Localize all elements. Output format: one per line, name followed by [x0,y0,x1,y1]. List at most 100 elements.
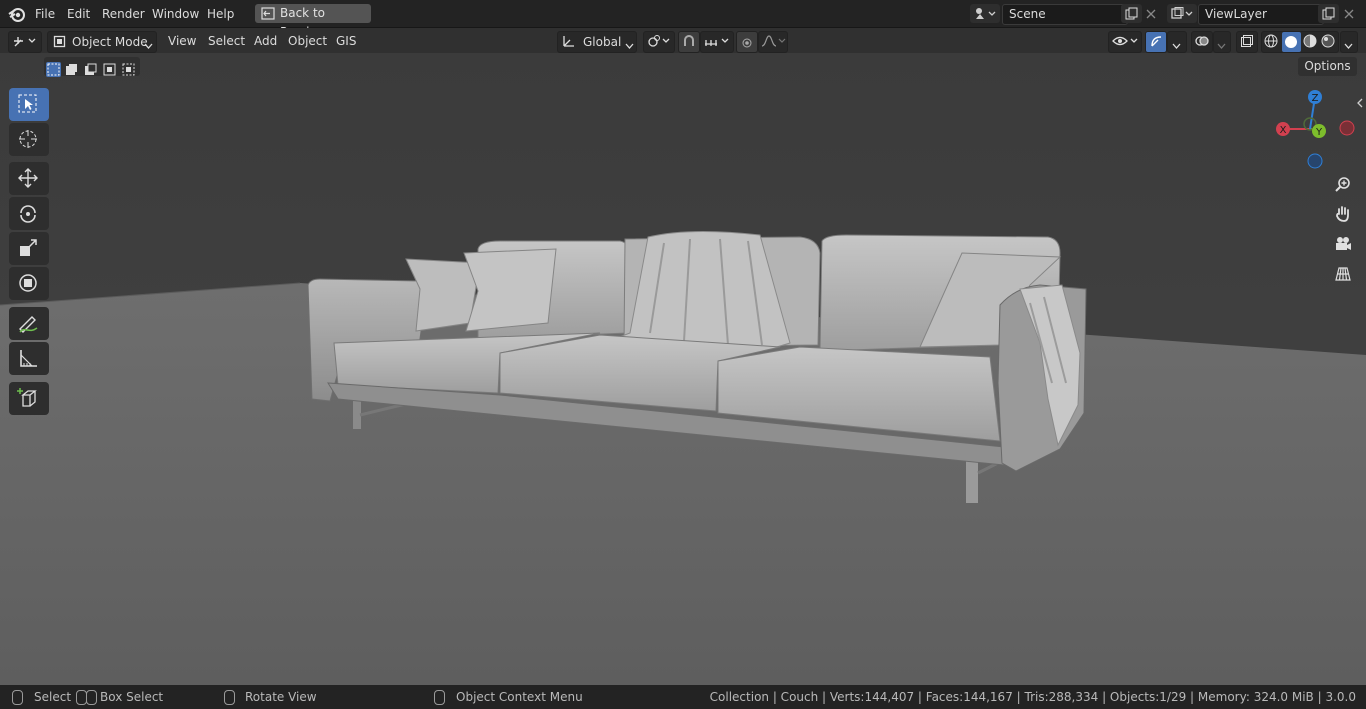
snap-toggle[interactable] [678,31,700,53]
menu-window[interactable]: Window [152,5,199,23]
chevron-down-icon [1344,38,1353,52]
pivot-icon [647,34,673,51]
sofa-pillow [463,248,557,332]
transform-tool[interactable] [9,267,49,300]
mouse-right-icon [434,690,445,705]
gizmo-x-label: X [1280,125,1287,136]
overlays-options-dropdown[interactable] [1213,31,1231,53]
menu-edit[interactable]: Edit [67,5,90,23]
mouse-drag-icon [86,690,97,705]
pan-view-button[interactable] [1330,201,1356,227]
close-icon [1344,8,1354,22]
close-icon [1146,8,1156,22]
snap-target-dropdown[interactable] [700,31,734,53]
viewlayer-browse-button[interactable] [1167,4,1197,23]
select-new-icon[interactable] [46,62,61,77]
show-gizmo-toggle[interactable] [1145,31,1167,53]
scale-icon [20,239,37,256]
mouse-middle-icon [224,690,235,705]
shading-options-dropdown[interactable] [1340,31,1358,53]
pivot-point-dropdown[interactable] [643,31,675,53]
orientation-label: Global [583,35,622,49]
menu-add[interactable]: Add [254,32,277,50]
menu-view[interactable]: View [168,32,196,50]
cursor-tool[interactable] [9,123,49,156]
zoom-icon [1335,177,1350,192]
material-shading-icon[interactable] [1303,34,1320,50]
annotate-tool[interactable] [9,307,49,340]
scene-browse-button[interactable] [970,4,1000,23]
show-overlays-toggle[interactable] [1191,31,1213,53]
chevron-down-icon [1172,38,1181,52]
chevron-down-icon [625,38,634,52]
status-box-select-hint: Box Select [100,690,164,704]
menu-help[interactable]: Help [207,5,234,23]
camera-icon [1336,237,1351,250]
status-select-hint: Select [34,690,72,704]
snap-increment-icon [703,34,731,51]
zoom-view-button[interactable] [1330,171,1356,197]
menu-render[interactable]: Render [102,5,145,23]
transform-orientation-dropdown[interactable]: Global [557,31,637,53]
select-subtract-icon[interactable] [83,62,98,77]
menu-file[interactable]: File [35,5,55,23]
toggle-perspective-button[interactable] [1330,261,1356,287]
chevron-down-icon [1217,38,1226,52]
3d-viewport[interactable]: Options X Y Z [0,53,1366,685]
menu-object[interactable]: Object [288,32,327,50]
sofa-leg [353,401,361,429]
options-dropdown[interactable]: Options [1298,57,1357,76]
move-tool[interactable] [9,162,49,195]
annotate-pencil-icon [19,316,38,333]
wireframe-shading-icon[interactable] [1264,34,1281,50]
viewlayer-name-field[interactable]: ViewLayer [1198,4,1324,25]
rotate-icon [20,205,36,223]
rendered-shading-icon[interactable] [1321,34,1338,50]
sidebar-toggle-icon[interactable] [1356,97,1364,111]
select-intersect-icon[interactable] [121,62,136,77]
navigation-gizmo[interactable]: X Y Z [1270,85,1360,175]
grid-perspective-icon [1335,267,1351,281]
select-extend-icon[interactable] [64,62,79,77]
editor-type-button[interactable] [8,31,42,53]
status-bar: Select Box Select Rotate View Object Con… [0,685,1366,709]
eye-icon [1112,35,1138,50]
new-scene-button[interactable] [1121,4,1142,23]
select-box-tool[interactable] [9,88,49,121]
gizmo-options-dropdown[interactable] [1167,31,1187,53]
proportional-falloff-dropdown[interactable] [758,31,788,53]
xray-toggle[interactable] [1236,31,1258,53]
duplicate-icon [1125,7,1138,23]
solid-shading-icon[interactable] [1282,32,1301,52]
measure-ruler-icon [20,350,37,367]
menu-select[interactable]: Select [208,32,245,50]
menu-gis[interactable]: GIS [336,32,356,50]
sofa-leg [966,461,978,503]
overlays-icon [1195,34,1209,51]
scene-icon [974,7,996,23]
scene-name-field[interactable]: Scene [1002,4,1128,25]
delete-viewlayer-button[interactable] [1341,4,1357,23]
chevron-down-icon [144,38,153,52]
object-mode-icon [53,35,66,51]
view-layer-icon [1171,7,1193,23]
rotate-tool[interactable] [9,197,49,230]
back-to-previous-button[interactable]: Back to Previous [255,4,371,39]
proportional-editing-toggle[interactable] [736,31,758,53]
select-invert-icon[interactable] [102,62,117,77]
hand-icon [1336,206,1349,222]
selectability-visibility-dropdown[interactable] [1108,31,1142,53]
selection-mode-group [44,57,140,77]
editor-type-icon [13,34,39,51]
viewport-header: Object Mode View Select Add Object GIS G… [0,28,1366,53]
camera-view-button[interactable] [1330,231,1356,257]
scale-tool[interactable] [9,232,49,265]
object-mode-dropdown[interactable]: Object Mode [47,31,157,53]
measure-tool[interactable] [9,342,49,375]
scene-statistics: Collection | Couch | Verts:144,407 | Fac… [709,690,1356,704]
new-viewlayer-button[interactable] [1318,4,1339,23]
delete-scene-button[interactable] [1143,4,1159,23]
magnet-icon [682,34,696,51]
add-cube-tool[interactable] [9,382,49,415]
blender-logo-icon[interactable] [8,5,26,23]
